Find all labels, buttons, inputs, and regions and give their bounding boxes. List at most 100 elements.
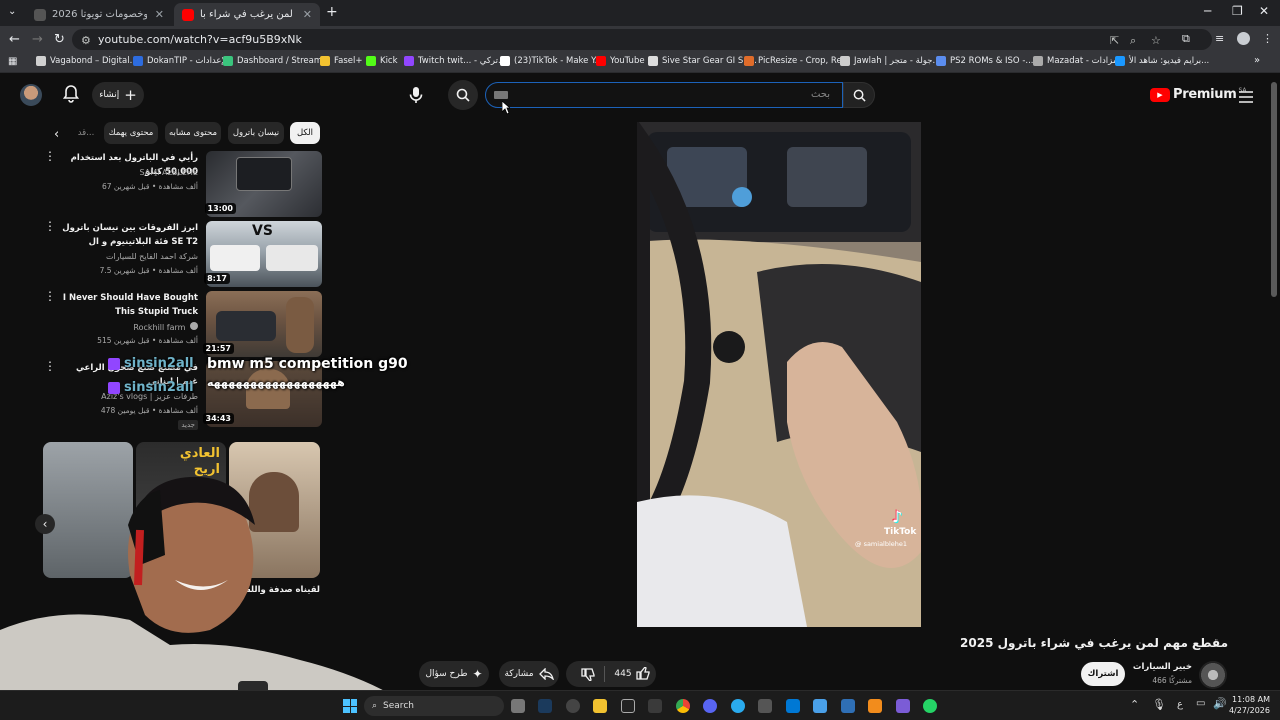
input-language[interactable]: ع: [1177, 699, 1183, 710]
chip-partial[interactable]: قد...: [76, 122, 96, 144]
taskbar-search-box[interactable]: ⌕ Search: [364, 696, 504, 716]
search-input[interactable]: بحث: [485, 82, 843, 108]
more-options-icon[interactable]: ⋮: [44, 220, 56, 232]
clock-date[interactable]: 4/27/2026: [1226, 706, 1270, 715]
bookmark-item[interactable]: PicResize - Crop, Re...: [744, 56, 850, 66]
more-bookmarks-icon[interactable]: »: [1254, 55, 1260, 66]
video-title: مقطع مهم لمن يرغب في شراء باترول 2025: [960, 636, 1228, 650]
media-icon[interactable]: ≡: [1215, 32, 1224, 45]
more-options-icon[interactable]: ⋮: [44, 360, 56, 372]
recommendation-item[interactable]: ⋮ رأيي في الباترول بعد استخدام 50,000 كي…: [40, 150, 322, 217]
close-tab-icon[interactable]: ✕: [295, 8, 312, 21]
create-button[interactable]: إنشاء +: [92, 82, 144, 108]
chip-nissan-patrol[interactable]: نيسان باترول: [228, 122, 284, 144]
voice-search-icon[interactable]: [408, 86, 424, 104]
close-tab-icon[interactable]: ✕: [147, 8, 164, 21]
bookmark-item[interactable]: Dashboard / Stream...: [223, 56, 330, 66]
bookmark-item[interactable]: Mazadat - مزادات: [1033, 56, 1117, 66]
back-icon[interactable]: ←: [9, 32, 20, 47]
windows-start-icon[interactable]: [343, 699, 357, 713]
reload-icon[interactable]: ↻: [54, 32, 65, 47]
app-icon[interactable]: [896, 699, 910, 713]
chrome-icon[interactable]: [676, 699, 690, 713]
browser-tab-toyota[interactable]: عروض وخصومات تويوتا 2026 | ✕: [26, 3, 172, 26]
like-button[interactable]: [635, 667, 650, 681]
browser-tab-youtube[interactable]: مقطع مهم لمن يرغب في شراء با... ✕: [174, 3, 320, 26]
chips-prev-icon[interactable]: ‹: [54, 127, 59, 142]
extensions-icon[interactable]: ⧉: [1182, 32, 1190, 46]
microphone-tray-icon[interactable]: 🎙: [1152, 698, 1166, 711]
bookmark-item[interactable]: Fasel+: [320, 56, 362, 66]
subscribe-button[interactable]: اشتراك: [1081, 662, 1125, 686]
youtube-favicon-icon: [182, 8, 194, 21]
channel-name[interactable]: Rockhill farm: [58, 322, 198, 332]
file-explorer-icon[interactable]: [593, 699, 607, 713]
zoom-icon[interactable]: ⌕: [1130, 34, 1136, 48]
app-icon[interactable]: [566, 699, 580, 713]
chrome-menu-icon[interactable]: ⋮: [1262, 32, 1273, 45]
bookmark-item[interactable]: برايم فيديو: شاهد الأ...: [1115, 56, 1209, 66]
install-app-icon[interactable]: ⇱: [1110, 34, 1119, 47]
bookmark-item[interactable]: (23)TikTok - Make Y...: [500, 56, 603, 66]
steam-icon[interactable]: [538, 699, 552, 713]
bookmark-item[interactable]: Sive Star Gear GI Sp...: [648, 56, 757, 66]
video-title[interactable]: I Never Should Have Bought This Stupid T…: [58, 291, 198, 319]
tab-search-dropdown-icon[interactable]: ⌄: [8, 6, 16, 17]
close-window-icon[interactable]: ✕: [1259, 4, 1269, 18]
forward-icon[interactable]: →: [32, 32, 43, 47]
photos-icon[interactable]: [813, 699, 827, 713]
tray-expand-icon[interactable]: ⌃: [1130, 698, 1139, 711]
task-view-icon[interactable]: [511, 699, 525, 713]
telegram-icon[interactable]: [731, 699, 745, 713]
whatsapp-icon[interactable]: [923, 699, 937, 713]
search-circle-button[interactable]: [448, 80, 478, 110]
channel-name[interactable]: شركة احمد الفايح للسيارات: [58, 252, 198, 261]
dislike-button[interactable]: [572, 667, 604, 681]
app-icon[interactable]: [786, 699, 800, 713]
hamburger-menu-icon[interactable]: [1239, 88, 1253, 103]
chip-related[interactable]: محتوى مشابه: [165, 122, 221, 144]
youtube-premium-logo[interactable]: ▶ Premium SA: [1150, 87, 1247, 102]
share-button[interactable]: مشاركة: [499, 661, 559, 687]
clock-time[interactable]: 11:08 AM: [1226, 695, 1270, 704]
chip-all[interactable]: الكل: [290, 122, 320, 144]
site-info-icon[interactable]: ⚙: [81, 34, 91, 47]
maximize-icon[interactable]: ❐: [1232, 4, 1243, 18]
profile-avatar[interactable]: [1237, 32, 1250, 45]
video-player[interactable]: ♪ TikTok @ samialblehe1: [637, 122, 921, 627]
vlc-icon[interactable]: [868, 699, 882, 713]
bookmark-item[interactable]: DokanTIP - الإعدادات: [133, 56, 229, 66]
more-options-icon[interactable]: ⋮: [44, 290, 56, 302]
more-options-icon[interactable]: ⋮: [44, 150, 56, 162]
account-avatar[interactable]: [20, 84, 42, 106]
discord-icon[interactable]: [703, 699, 717, 713]
app-icon[interactable]: [841, 699, 855, 713]
bookmark-star-icon[interactable]: ☆: [1151, 34, 1161, 47]
recommendation-item[interactable]: ⋮ ابرز الفروقات بين نيسان باترول فئة الب…: [40, 220, 322, 287]
bookmark-item[interactable]: PS2 ROMs & ISO -...: [936, 56, 1034, 66]
app-icon[interactable]: [648, 699, 662, 713]
apps-grid-icon[interactable]: ▦: [8, 56, 17, 67]
bookmark-item[interactable]: YouTube: [596, 56, 645, 66]
keyboard-icon[interactable]: [494, 91, 508, 99]
app-icon[interactable]: [758, 699, 772, 713]
page-scrollbar[interactable]: [1271, 82, 1277, 297]
address-bar[interactable]: ⚙ youtube.com/watch?v=acf9u5B9xNk ⇱ ⌕ ☆: [72, 29, 1212, 50]
recommendation-item[interactable]: ⋮ I Never Should Have Bought This Stupid…: [40, 290, 322, 357]
channel-avatar[interactable]: [1199, 661, 1227, 689]
network-icon[interactable]: ▭: [1196, 698, 1205, 709]
app-icon[interactable]: [621, 699, 635, 713]
bookmark-item[interactable]: Vagabond – Digital...: [36, 56, 138, 66]
minimize-icon[interactable]: ─: [1204, 4, 1211, 18]
new-tab-button[interactable]: +: [326, 4, 338, 20]
search-button[interactable]: [843, 82, 875, 108]
video-title[interactable]: ابرز الفروقات بين نيسان باترول فئة البلا…: [58, 221, 198, 249]
twitch-handle-text: sinsin2all: [124, 356, 194, 371]
bookmark-item[interactable]: Jawlah | جولة - متجر...: [840, 56, 941, 66]
channel-name[interactable]: SAMI ALBLEHE: [58, 168, 198, 177]
volume-icon[interactable]: 🔊: [1213, 697, 1227, 710]
chip-for-you[interactable]: محتوى يهمك: [104, 122, 158, 144]
bookmark-item[interactable]: Twitch twit... - تركي...: [404, 56, 506, 66]
bookmark-item[interactable]: Kick: [366, 56, 398, 66]
notifications-bell-icon[interactable]: [62, 85, 80, 103]
